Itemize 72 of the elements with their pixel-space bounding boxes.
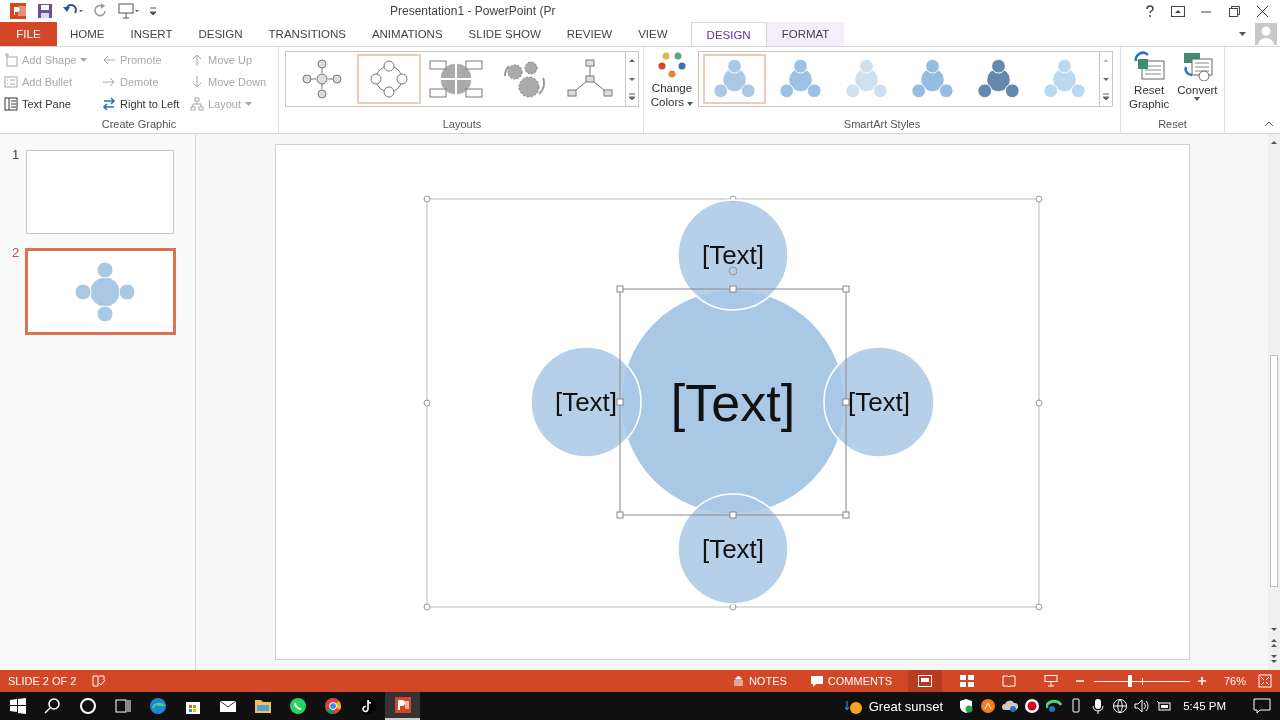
smartart-circle[interactable] — [822, 346, 935, 458]
caret-icon[interactable] — [1239, 31, 1247, 37]
powerpoint-icon — [10, 3, 28, 19]
ribbon-tab[interactable]: HOME — [57, 22, 118, 46]
slide-number: 1 — [12, 147, 20, 164]
placeholder-text[interactable]: [Text] — [554, 387, 617, 418]
zoom-level[interactable]: 76% — [1216, 675, 1246, 687]
group-label: Create Graphic — [100, 118, 178, 132]
smartart-circle[interactable] — [529, 346, 642, 458]
up-arrow-icon — [190, 53, 204, 67]
add-shape-icon — [4, 53, 18, 67]
zoom-slider[interactable] — [1094, 674, 1190, 688]
change-colors-button[interactable]: Change Colors — [648, 51, 696, 109]
ribbon-tab[interactable]: INSERT — [117, 22, 186, 46]
right-arrow-icon — [102, 75, 116, 89]
ribbon-button[interactable]: Text Pane — [4, 95, 92, 113]
hierarchy-icon — [190, 97, 204, 111]
scroll-up-icon[interactable] — [1269, 138, 1279, 146]
swap-arrows-icon — [102, 97, 116, 111]
fit-slide-icon[interactable] — [1258, 674, 1272, 688]
add-bullet-icon — [4, 75, 18, 89]
notes-icon — [732, 676, 744, 686]
group-label: Reset — [1157, 118, 1188, 132]
ribbon-button[interactable]: Reset Graphic — [1125, 51, 1174, 111]
ribbon-tab[interactable]: VIEW — [625, 22, 681, 46]
smartart-circle[interactable] — [676, 493, 789, 605]
slide-thumbnail[interactable] — [26, 150, 174, 234]
window-title: Presentation1 - PowerPoint (Pr — [390, 4, 556, 18]
scroll-thumb[interactable] — [1270, 355, 1278, 587]
group-label: SmartArt Styles — [842, 118, 922, 132]
slide-indicator: SLIDE 2 OF 2 — [8, 675, 77, 687]
normal-view-icon[interactable] — [908, 670, 942, 692]
ribbon-tab[interactable]: SLIDE SHOW — [455, 22, 554, 46]
collapse-ribbon-icon[interactable] — [1264, 121, 1274, 127]
placeholder-text[interactable]: [Text] — [701, 240, 764, 271]
redo-icon[interactable] — [93, 3, 109, 19]
spellcheck-icon[interactable] — [92, 675, 107, 687]
ribbon-tab[interactable]: DESIGN — [690, 22, 767, 46]
scroll-down-icon[interactable] — [1269, 626, 1279, 634]
placeholder-text[interactable]: [Text] — [847, 387, 910, 418]
comments-button[interactable]: COMMENTS — [802, 675, 900, 687]
slideshow-icon[interactable] — [118, 3, 140, 19]
weather-icon[interactable] — [844, 698, 863, 714]
reset-icon — [1132, 51, 1167, 81]
smartart-circle[interactable] — [676, 199, 789, 311]
powerpoint-icon[interactable] — [385, 692, 420, 720]
clock[interactable]: 5:45 PM — [1183, 700, 1226, 712]
down-arrow-icon — [190, 75, 204, 89]
ribbon-tab[interactable]: FORMAT — [766, 22, 845, 46]
ribbon-tab[interactable]: REVIEW — [553, 22, 626, 46]
ribbon-button[interactable]: Convert — [1173, 51, 1222, 101]
slide-number: 2 — [12, 245, 20, 262]
zoom-out-icon[interactable] — [1076, 677, 1086, 685]
notes-button[interactable]: NOTES — [724, 675, 795, 687]
placeholder-text[interactable]: [Text] — [701, 534, 764, 565]
caret-icon — [687, 102, 694, 106]
weather-text[interactable]: Great sunset — [868, 698, 944, 714]
palette-icon — [657, 51, 687, 79]
group-label: Layouts — [441, 118, 483, 132]
zoom-in-icon[interactable] — [1198, 677, 1208, 685]
ribbon-tab[interactable]: DESIGN — [185, 22, 256, 46]
left-arrow-icon — [102, 53, 116, 67]
ribbon-tab[interactable]: ANIMATIONS — [358, 22, 456, 46]
scrollbar[interactable] — [1268, 134, 1280, 670]
layout-option[interactable] — [356, 54, 421, 104]
comment-icon — [810, 675, 823, 687]
text-pane-icon — [4, 97, 18, 111]
ribbon-tab[interactable]: TRANSITIONS — [255, 22, 359, 46]
placeholder-text[interactable]: [Text] — [670, 373, 795, 432]
ribbon-tab[interactable]: FILE — [0, 22, 57, 46]
ribbon-button[interactable]: Right to Left — [102, 95, 180, 113]
save-icon[interactable] — [37, 3, 53, 19]
